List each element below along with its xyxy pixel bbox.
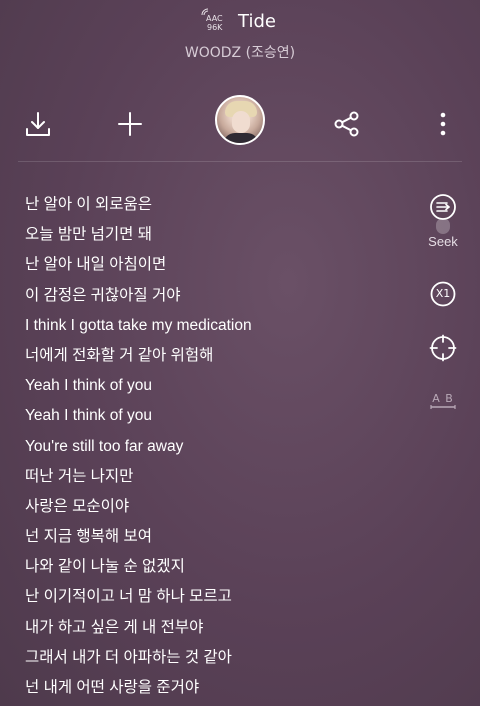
lyric-line[interactable]: 오늘 밤만 넘기면 돼 (25, 220, 405, 250)
player-header: AAC 96K Tide WOODZ (조승연) (0, 0, 480, 100)
artist-avatar[interactable] (215, 95, 265, 145)
more-options-button[interactable] (426, 107, 460, 141)
download-button[interactable] (21, 107, 55, 141)
lyric-line[interactable]: 나와 같이 나눌 순 없겠지 (25, 552, 405, 582)
header-divider (18, 161, 462, 162)
avatar-face (232, 111, 250, 133)
speed-label: X1 (435, 287, 451, 300)
more-vert-icon (440, 112, 446, 136)
artist-name[interactable]: WOODZ (조승연) (0, 42, 480, 62)
lyric-line[interactable]: 난 이기적이고 너 맘 하나 모르고 (25, 582, 405, 612)
lyric-line[interactable]: 그래서 내가 더 아파하는 것 같아 (25, 643, 405, 673)
codec-bitrate: 96K (207, 23, 223, 32)
ab-repeat-label: A B (432, 392, 454, 405)
download-icon (26, 112, 50, 136)
seek-toggle[interactable]: Seek (418, 192, 468, 249)
lyric-line[interactable]: Yeah I think of you (25, 401, 405, 431)
lyric-line[interactable]: 난 알아 내일 아침이면 (25, 250, 405, 280)
lyric-line[interactable]: 떠난 거는 나지만 (25, 462, 405, 492)
ab-repeat-button[interactable]: A B (418, 392, 468, 409)
add-icon (118, 112, 142, 136)
lyric-line[interactable]: 이 감정은 귀찮아질 거야 (25, 281, 405, 311)
lyric-line[interactable]: You're still too far away (25, 432, 405, 462)
lyric-line[interactable]: 내가 하고 싶은 게 내 전부야 (25, 613, 405, 643)
lyrics-seek-icon (430, 194, 456, 220)
playback-speed-button[interactable]: X1 (418, 280, 468, 308)
lyrics-list[interactable]: 난 알아 이 외로움은 오늘 밤만 넘기면 돼 난 알아 내일 아침이면 이 감… (25, 190, 405, 703)
codec-format: AAC (206, 14, 223, 23)
lyric-line[interactable]: Yeah I think of you (25, 371, 405, 401)
share-icon (334, 111, 359, 137)
codec-badge: AAC 96K (200, 8, 232, 34)
locate-current-line-button[interactable] (418, 334, 468, 362)
lyric-line[interactable]: 사랑은 모순이야 (25, 492, 405, 522)
share-button[interactable] (330, 107, 364, 141)
ab-repeat-underline-icon (430, 405, 456, 409)
add-to-playlist-button[interactable] (113, 107, 147, 141)
lyric-line[interactable]: I think I gotta take my medication (25, 311, 405, 341)
lyric-line[interactable]: 넌 내게 어떤 사랑을 준거야 (25, 673, 405, 703)
song-title: Tide (238, 11, 276, 32)
lyric-line[interactable]: 난 알아 이 외로움은 (25, 190, 405, 220)
lyric-line[interactable]: 넌 지금 행복해 보여 (25, 522, 405, 552)
crosshair-icon (429, 334, 457, 362)
seek-label: Seek (428, 234, 458, 249)
lyric-line[interactable]: 너에게 전화할 거 같아 위험해 (25, 341, 405, 371)
